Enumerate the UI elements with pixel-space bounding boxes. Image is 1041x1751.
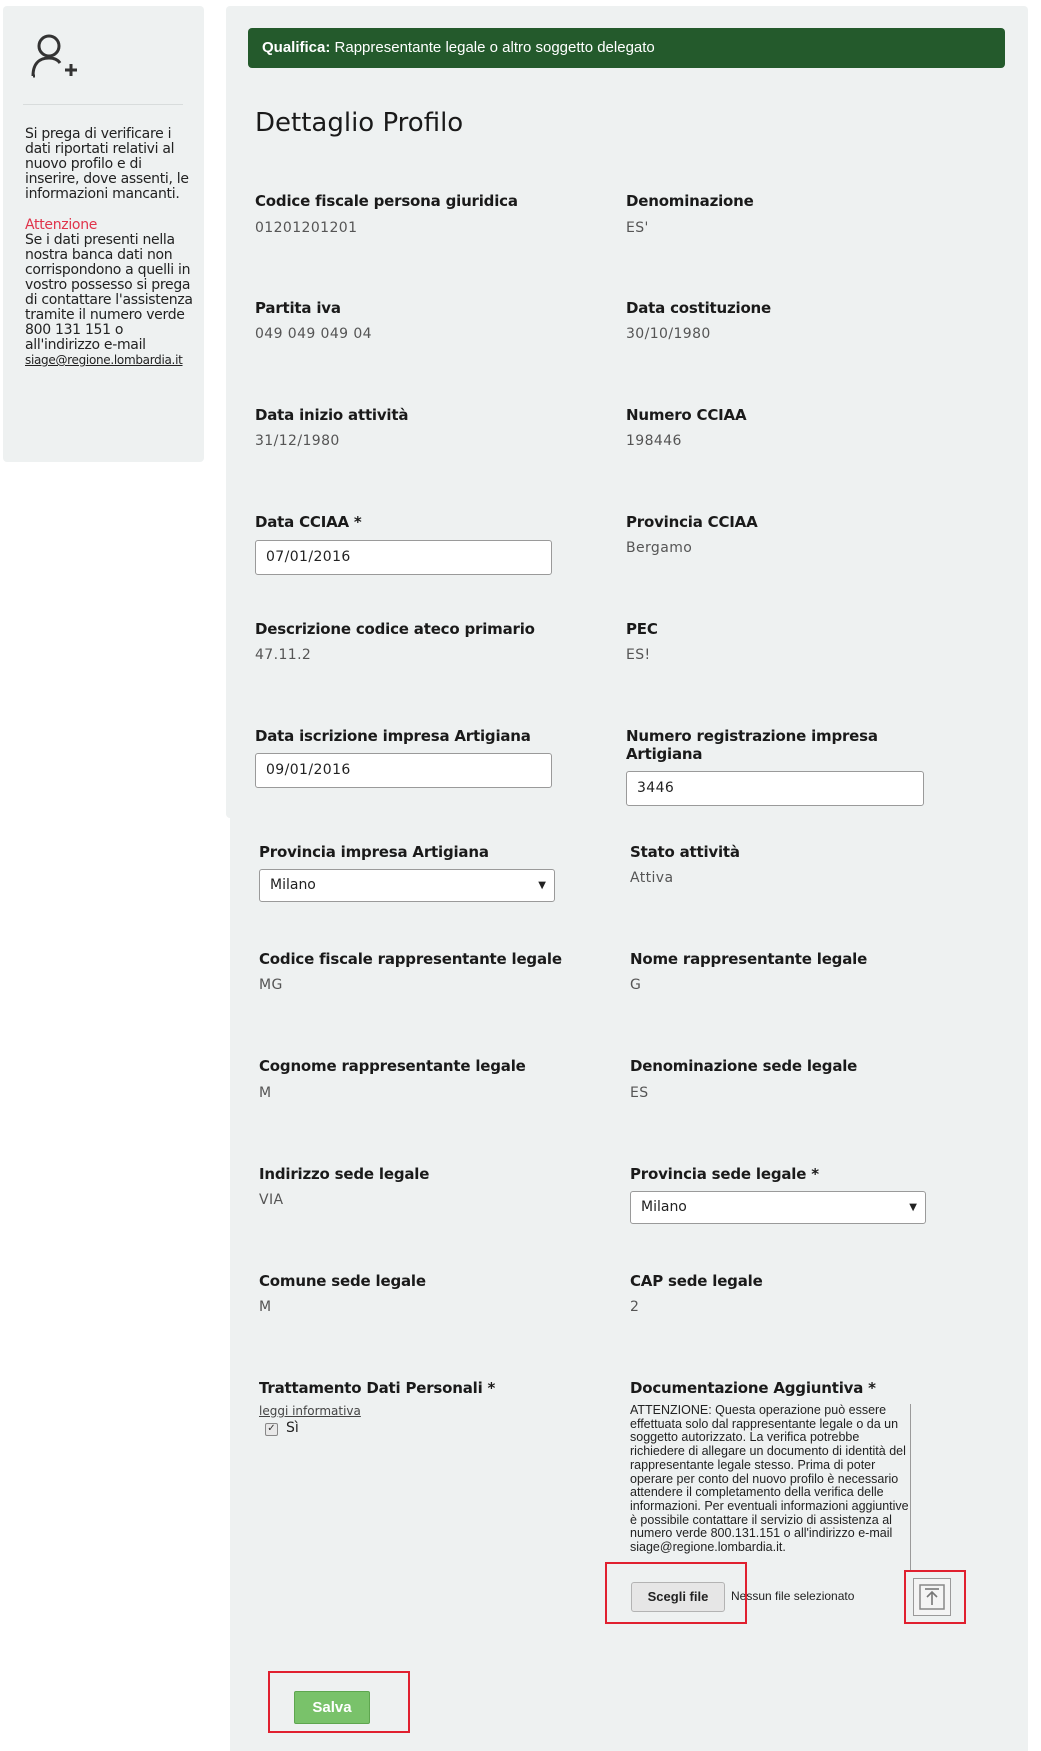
provincia-cciaa-value: Bergamo bbox=[626, 540, 693, 556]
cf-rappr-label: Codice fiscale rappresentante legale bbox=[259, 950, 562, 968]
privacy-checkbox[interactable]: ✓ Sì bbox=[265, 1420, 299, 1436]
prov-artigiana-selected: Milano bbox=[270, 877, 316, 893]
leggi-informativa-link[interactable]: leggi informativa bbox=[259, 1404, 361, 1418]
sidebar: Si prega di verificare i dati riportati … bbox=[3, 6, 204, 462]
sidebar-warning-title: Attenzione bbox=[25, 217, 98, 233]
data-inizio-label: Data inizio attività bbox=[255, 406, 409, 424]
cap-sede-value: 2 bbox=[630, 1299, 640, 1315]
partita-iva-label: Partita iva bbox=[255, 299, 341, 317]
prov-artigiana-label: Provincia impresa Artigiana bbox=[259, 843, 489, 861]
highlight-save bbox=[268, 1671, 410, 1733]
partita-iva-value: 049 049 049 04 bbox=[255, 326, 372, 342]
qualifica-banner: Qualifica: Rappresentante legale o altro… bbox=[248, 28, 1005, 68]
prov-artigiana-select[interactable]: Milano ▼ bbox=[259, 869, 555, 902]
data-cciaa-input[interactable]: 07/01/2016 bbox=[255, 540, 552, 575]
data-costituzione-label: Data costituzione bbox=[626, 299, 772, 317]
page-title: Dettaglio Profilo bbox=[255, 108, 464, 138]
indirizzo-sede-label: Indirizzo sede legale bbox=[259, 1165, 430, 1183]
prov-sede-selected: Milano bbox=[641, 1199, 687, 1215]
ateco-value: 47.11.2 bbox=[255, 647, 312, 663]
nome-rappr-label: Nome rappresentante legale bbox=[630, 950, 868, 968]
numero-cciaa-value: 198446 bbox=[626, 433, 682, 449]
numero-cciaa-label: Numero CCIAA bbox=[626, 406, 747, 424]
data-cciaa-label: Data CCIAA * bbox=[255, 513, 362, 531]
cf-giuridica-value: 01201201201 bbox=[255, 220, 358, 236]
documentazione-textarea[interactable]: ATTENZIONE: Questa operazione può essere… bbox=[630, 1404, 911, 1570]
qualifica-label: Qualifica: bbox=[262, 39, 331, 56]
add-user-icon bbox=[31, 34, 77, 78]
pec-value: ES! bbox=[626, 647, 651, 663]
documentazione-label: Documentazione Aggiuntiva * bbox=[630, 1379, 876, 1397]
denominazione-value: ES' bbox=[626, 220, 649, 236]
check-icon: ✓ bbox=[265, 1423, 278, 1436]
qualifica-value: Rappresentante legale o altro soggetto d… bbox=[334, 39, 655, 56]
highlight-upload bbox=[904, 1570, 966, 1624]
stato-label: Stato attività bbox=[630, 843, 740, 861]
sidebar-email-link[interactable]: siage@regione.lombardia.it bbox=[25, 353, 183, 367]
num-artigiana-input[interactable]: 3446 bbox=[626, 771, 924, 806]
indirizzo-sede-value: VIA bbox=[259, 1192, 284, 1208]
comune-sede-label: Comune sede legale bbox=[259, 1272, 426, 1290]
cognome-rappr-value: M bbox=[259, 1085, 272, 1101]
privacy-label: Trattamento Dati Personali * bbox=[259, 1379, 496, 1397]
comune-sede-value: M bbox=[259, 1299, 272, 1315]
denom-sede-label: Denominazione sede legale bbox=[630, 1057, 858, 1075]
prov-sede-select[interactable]: Milano ▼ bbox=[630, 1191, 926, 1224]
cognome-rappr-label: Cognome rappresentante legale bbox=[259, 1057, 526, 1075]
no-file-text: Nessun file selezionato bbox=[731, 1589, 855, 1603]
sidebar-info-text: Si prega di verificare i dati riportati … bbox=[25, 126, 189, 202]
chevron-down-icon: ▼ bbox=[909, 1202, 917, 1213]
data-inizio-value: 31/12/1980 bbox=[255, 433, 340, 449]
stato-value: Attiva bbox=[630, 870, 674, 886]
data-artigiana-label: Data iscrizione impresa Artigiana bbox=[255, 727, 531, 745]
sidebar-warning-text: Se i dati presenti nella nostra banca da… bbox=[25, 232, 193, 353]
cap-sede-label: CAP sede legale bbox=[630, 1272, 763, 1290]
pec-label: PEC bbox=[626, 620, 658, 638]
ateco-label: Descrizione codice ateco primario bbox=[255, 620, 535, 638]
cf-rappr-value: MG bbox=[259, 977, 283, 993]
data-costituzione-value: 30/10/1980 bbox=[626, 326, 711, 342]
chevron-down-icon: ▼ bbox=[538, 880, 546, 891]
privacy-checkbox-label: Sì bbox=[286, 1420, 299, 1436]
cf-giuridica-label: Codice fiscale persona giuridica bbox=[255, 192, 518, 210]
sidebar-divider bbox=[23, 104, 183, 105]
highlight-choose-file bbox=[605, 1562, 747, 1624]
provincia-cciaa-label: Provincia CCIAA bbox=[626, 513, 758, 531]
num-artigiana-label: Numero registrazione impresa Artigiana bbox=[626, 727, 878, 763]
denominazione-label: Denominazione bbox=[626, 192, 754, 210]
nome-rappr-value: G bbox=[630, 977, 642, 993]
denom-sede-value: ES bbox=[630, 1085, 649, 1101]
data-artigiana-input[interactable]: 09/01/2016 bbox=[255, 753, 552, 788]
prov-sede-label: Provincia sede legale * bbox=[630, 1165, 819, 1183]
